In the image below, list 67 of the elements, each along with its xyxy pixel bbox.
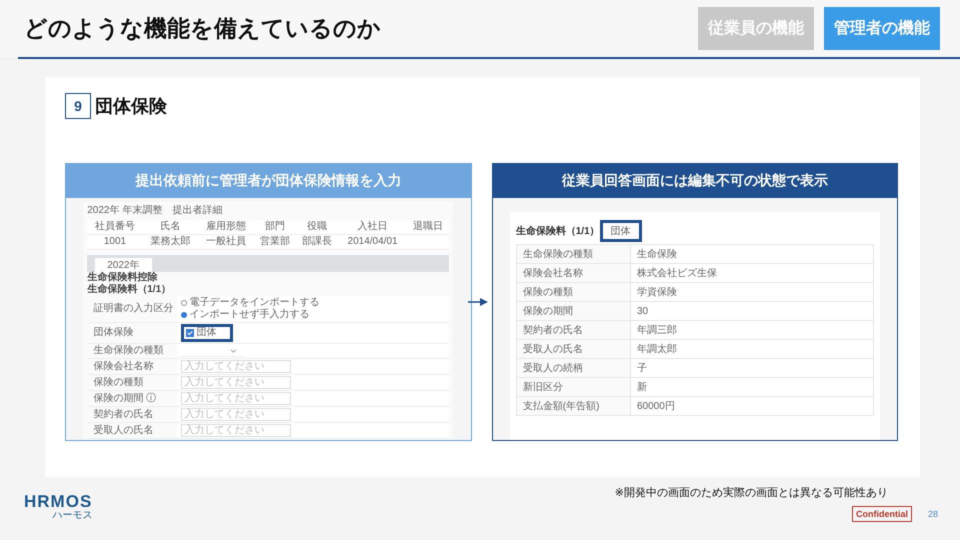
column-header: 氏名 [142, 220, 198, 234]
field-value: 生命保険 [630, 244, 874, 264]
column-header: 入社日 [338, 220, 407, 234]
column-header: 社員番号 [87, 220, 143, 234]
field-label: 新旧区分 [516, 378, 630, 396]
input-field[interactable]: 入力してください [181, 408, 292, 421]
field-label: 受取人の氏名 [516, 340, 630, 358]
field-label: 契約者の氏名 [516, 320, 630, 340]
field-label: 保険会社名称 [516, 264, 630, 282]
page-number: 28 [928, 509, 938, 519]
field-label: 保険会社名称 [92, 360, 154, 372]
column-header: 退職日 [406, 220, 450, 234]
brand-logo: HRMOS [24, 493, 92, 510]
field-label: 生命保険の種類 [92, 345, 164, 357]
table-cell: 2014/04/01 [338, 234, 407, 250]
input-field[interactable]: 入力してください [181, 392, 292, 405]
arrow-icon [468, 298, 488, 306]
year-tab[interactable]: 2022年 [95, 258, 152, 272]
field-value: 60000円 [630, 396, 874, 416]
field-label: 証明書の入力区分 [92, 303, 174, 315]
caret-icon [230, 348, 238, 352]
form-heading: 生命保険料控除 [87, 272, 158, 284]
table-cell: 1001 [87, 234, 143, 250]
field-label: 生命保険の種類 [516, 244, 630, 264]
field-value: 30 [630, 302, 874, 320]
input-field[interactable]: 入力してください [181, 424, 292, 437]
disclaimer-note: ※開発中の画面のため実際の画面とは異なる可能性あり [614, 486, 888, 500]
column-header: 部門 [254, 220, 296, 234]
panel-caption: 提出依頼前に管理者が団体保険情報を入力 [66, 164, 470, 198]
input-field[interactable]: 入力してください [181, 376, 292, 389]
slide-title: どのような機能を備えているのか [24, 14, 381, 43]
form-subheading: 生命保険料（1/1） [516, 224, 600, 238]
field-value: 学資保険 [630, 282, 874, 302]
table-cell: 業務太郎 [142, 234, 198, 250]
column-header: 役職 [296, 220, 338, 234]
column-header: 雇用形態 [198, 220, 254, 234]
field-value: 子 [630, 358, 874, 378]
field-value: 年調太郎 [630, 340, 874, 358]
table-cell: 部課長 [296, 234, 338, 250]
field-label: 契約者の氏名 [92, 408, 154, 420]
field-label: 受取人の続柄 [516, 358, 630, 378]
brand-subtitle: ハーモス [52, 510, 92, 521]
confidential-label: Confidential [852, 506, 912, 522]
field-value: 年調三郎 [630, 320, 874, 340]
field-label: 保険の種類 [516, 282, 630, 302]
feature-tab[interactable]: 管理者の機能 [824, 7, 940, 50]
checkbox-option[interactable]: 団体 [186, 327, 216, 339]
field-label: 保険の期間 [516, 302, 630, 320]
screen-title: 2022年 年末調整 提出者詳細 [87, 205, 224, 217]
section-number: 9 [65, 93, 91, 119]
check-icon [187, 330, 194, 336]
input-field[interactable]: 入力してください [181, 360, 292, 373]
field-value: 新 [630, 378, 874, 396]
panel-caption: 従業員回答画面には編集不可の状態で表示 [492, 164, 897, 198]
field-label: 団体保険 [92, 327, 134, 339]
form-subheading: 生命保険料（1/1） [87, 284, 172, 296]
section-title: 団体保険 [95, 95, 167, 118]
field-label: 受取人の氏名 [92, 424, 154, 436]
table-cell: 一般社員 [198, 234, 254, 250]
field-label: 保険の期間 ⓘ [92, 392, 158, 404]
group-badge: 団体 [600, 220, 642, 242]
table-cell: 営業部 [254, 234, 296, 250]
field-label: 保険の種類 [92, 376, 144, 388]
field-value: 株式会社ビズ生保 [630, 264, 874, 282]
radio-option[interactable]: インポートせず手入力する [181, 309, 446, 321]
field-label: 支払金額(年告額) [516, 396, 630, 416]
radio-option[interactable]: 電子データをインポートする [181, 297, 446, 309]
